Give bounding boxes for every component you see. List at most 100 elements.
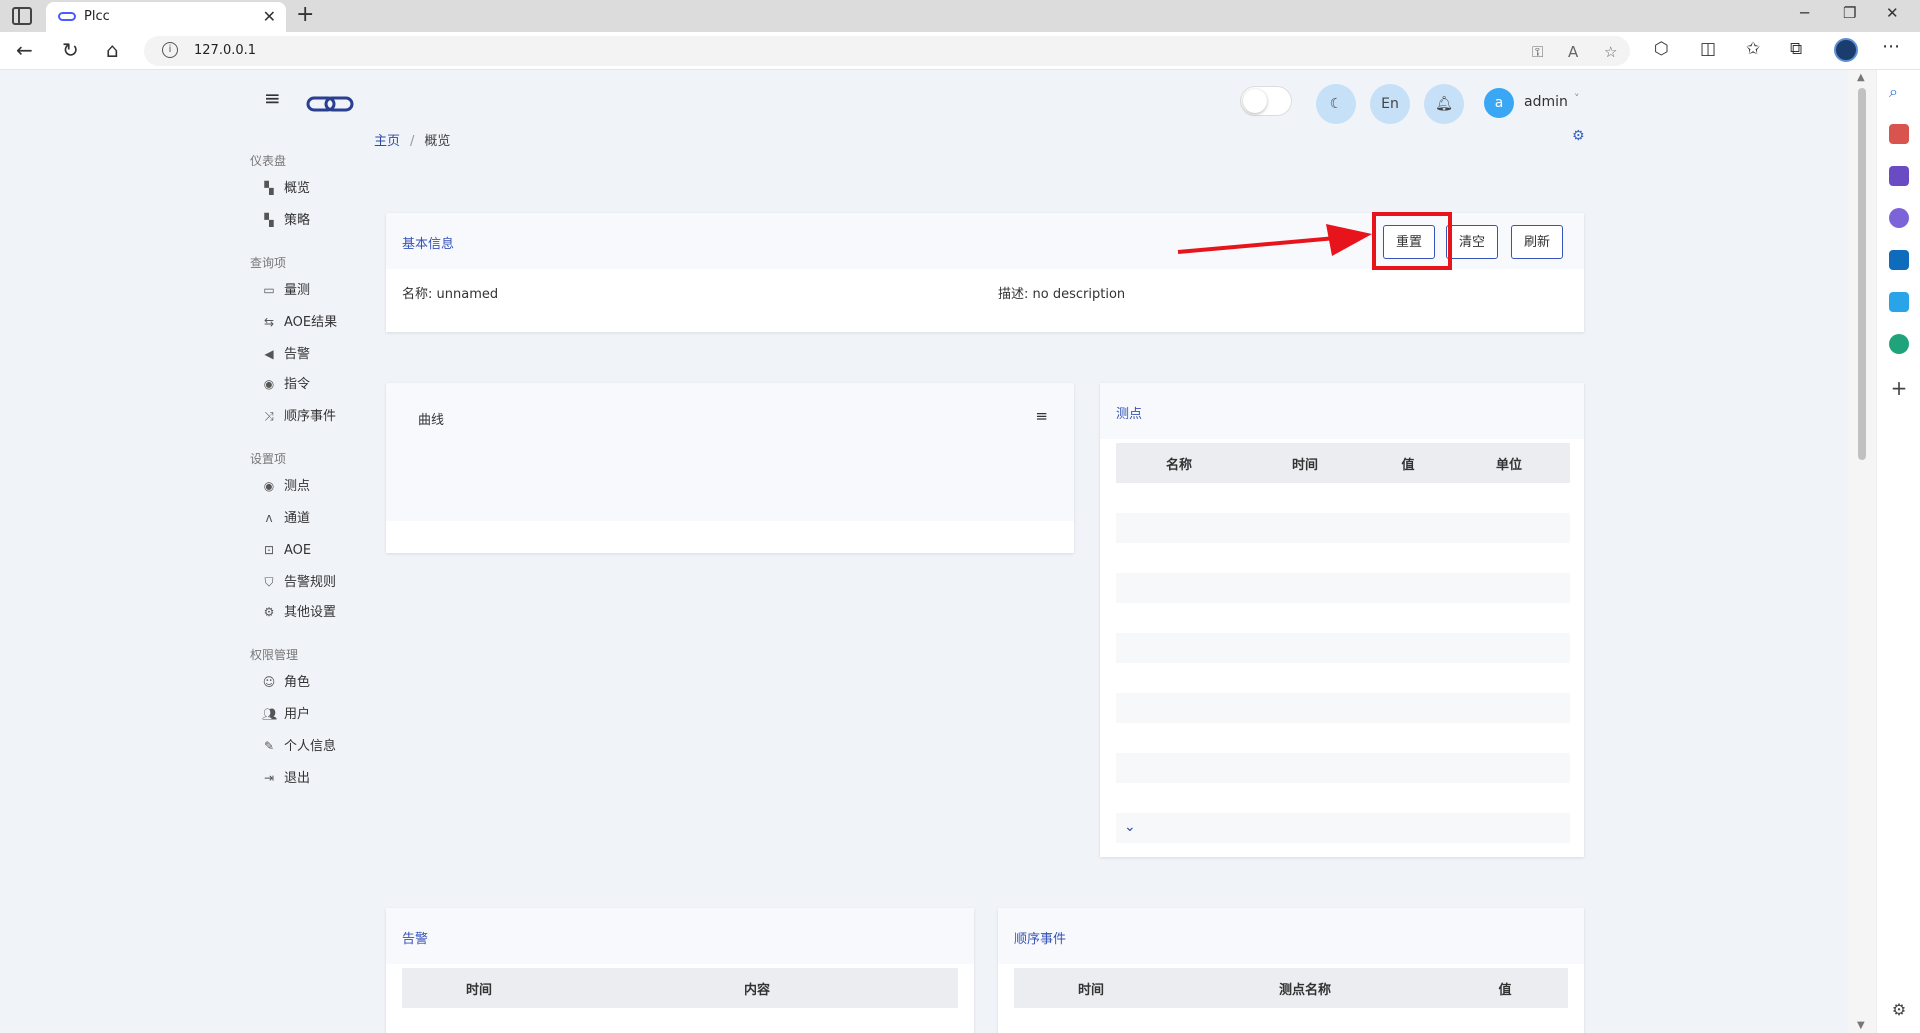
new-tab-icon[interactable]: + xyxy=(296,2,314,27)
send-icon[interactable] xyxy=(1889,292,1909,312)
tab-actions-icon[interactable] xyxy=(12,7,32,25)
back-icon[interactable]: ← xyxy=(16,38,33,62)
sidebar-item-alarm-rules[interactable]: ⛉ 告警规则 xyxy=(262,572,336,592)
breadcrumb: 主页 / 概览 xyxy=(374,130,450,149)
description-label: 描述: xyxy=(998,287,1029,302)
shopping-icon[interactable] xyxy=(1889,124,1909,144)
settings-gear-icon[interactable]: ⚙ xyxy=(1572,128,1585,144)
column-header[interactable]: 值 xyxy=(1368,443,1448,483)
scrollbar-thumb[interactable] xyxy=(1858,88,1866,460)
sidebar-item-other-settings[interactable]: ⚙ 其他设置 xyxy=(262,602,336,622)
add-icon[interactable]: + xyxy=(1889,376,1909,400)
key-icon[interactable]: ⚿ xyxy=(1532,43,1543,61)
table-row xyxy=(1116,483,1570,513)
sidebar-item-logout[interactable]: ⇥ 退出 xyxy=(262,768,310,788)
shield-icon: ⛉ xyxy=(264,575,274,589)
pin-icon: ◉ xyxy=(263,479,275,493)
sidebar-item-roles[interactable]: ☺ 角色 xyxy=(262,672,310,692)
name-field: 名称: unnamed xyxy=(402,283,498,302)
channel-icon: ʌ xyxy=(265,511,273,525)
collections-icon[interactable]: ⧉ xyxy=(1790,39,1802,59)
sidebar-item-command[interactable]: ◉ 指令 xyxy=(262,374,310,394)
user-circle-icon: ☺ xyxy=(262,675,276,689)
dark-mode-button[interactable]: ☾ xyxy=(1316,84,1356,124)
browser-sidebar: ⌕ + ⚙ xyxy=(1876,70,1920,1033)
search-icon[interactable]: ⌕ xyxy=(1889,82,1909,102)
edge-icon[interactable] xyxy=(1889,334,1909,354)
soe-title: 顺序事件 xyxy=(1014,932,1067,947)
sidebar-item-points[interactable]: ◉ 测点 xyxy=(262,476,310,496)
column-header[interactable]: 时间 xyxy=(1014,968,1168,1008)
sidebar-item-channel[interactable]: ʌ 通道 xyxy=(262,508,310,528)
theme-toggle-switch[interactable] xyxy=(1240,86,1292,116)
expand-chevron-icon[interactable]: ⌄ xyxy=(1124,819,1136,835)
notifications-button[interactable]: 🔔︎ xyxy=(1424,84,1464,124)
column-header[interactable]: 内容 xyxy=(556,968,958,1008)
favorite-add-icon[interactable]: ☆ xyxy=(1604,43,1617,61)
page-scrollbar[interactable]: ▲ ▼ xyxy=(1848,70,1876,1033)
games-icon[interactable] xyxy=(1889,166,1909,186)
sidebar-settings-icon[interactable]: ⚙ xyxy=(1889,1000,1909,1020)
home-icon[interactable]: ⌂ xyxy=(106,38,119,62)
table-row xyxy=(1116,543,1570,573)
sidebar-item-strategy[interactable]: ▚ 策略 xyxy=(262,210,310,230)
sidebar-item-aoe[interactable]: ⊡ AOE xyxy=(262,540,311,560)
column-header[interactable]: 单位 xyxy=(1448,443,1570,483)
app-logo xyxy=(306,96,354,112)
sidebar-item-aoe-result[interactable]: ⇆ AOE结果 xyxy=(262,312,337,332)
minimize-icon[interactable]: ─ xyxy=(1800,4,1809,22)
table-row xyxy=(1116,633,1570,663)
points-header: 测点 xyxy=(1100,383,1584,439)
column-header[interactable]: 名称 xyxy=(1116,443,1242,483)
scroll-down-icon[interactable]: ▼ xyxy=(1857,1020,1865,1031)
column-header[interactable]: 值 xyxy=(1442,968,1568,1008)
name-label: 名称: xyxy=(402,287,433,302)
table-header-row: 时间 内容 xyxy=(402,968,958,1008)
reload-icon[interactable]: ↻ xyxy=(62,38,79,62)
outlook-icon[interactable] xyxy=(1889,250,1909,270)
window-close-icon[interactable]: ✕ xyxy=(1886,4,1899,22)
menu-toggle-icon[interactable]: ≡ xyxy=(264,86,281,110)
close-tab-icon[interactable]: ✕ xyxy=(263,7,276,26)
clear-button[interactable]: 清空 xyxy=(1446,225,1499,259)
language-button[interactable]: En xyxy=(1370,84,1410,124)
refresh-button[interactable]: 刷新 xyxy=(1511,225,1564,259)
sidebar-item-alarm[interactable]: ◀ 告警 xyxy=(262,344,310,364)
column-header[interactable]: 时间 xyxy=(1242,443,1368,483)
table-row xyxy=(1116,783,1570,813)
table-row xyxy=(1116,693,1570,723)
edit-icon: ✎ xyxy=(263,739,275,753)
table-row xyxy=(1116,513,1570,543)
column-header[interactable]: 时间 xyxy=(402,968,556,1008)
restore-icon[interactable]: ❐ xyxy=(1843,4,1856,22)
site-info-icon[interactable]: i xyxy=(162,42,178,58)
breadcrumb-home-link[interactable]: 主页 xyxy=(374,134,400,149)
copilot-icon[interactable] xyxy=(1889,208,1909,228)
toggle-knob xyxy=(1243,89,1267,113)
split-screen-icon[interactable]: ◫ xyxy=(1700,39,1716,59)
url-field[interactable]: i 127.0.0.1 ⚿ A ☆ xyxy=(144,36,1630,66)
sidebar-item-measure[interactable]: ▭ 量测 xyxy=(262,280,310,300)
table-row xyxy=(1116,603,1570,633)
column-header[interactable]: 测点名称 xyxy=(1168,968,1442,1008)
site-favicon-icon xyxy=(58,12,76,21)
read-aloud-icon[interactable]: A xyxy=(1568,43,1578,61)
browser-tab[interactable]: Plcc ✕ xyxy=(46,2,286,32)
sidebar-item-users[interactable]: 👥︎ 用户 xyxy=(262,704,310,724)
curve-header: 曲线 ≡ xyxy=(386,383,1074,521)
name-value: unnamed xyxy=(436,287,499,302)
chart-menu-icon[interactable]: ≡ xyxy=(1035,407,1048,425)
sidebar-item-overview[interactable]: ▚ 概览 xyxy=(262,178,310,198)
favorites-icon[interactable]: ✩ xyxy=(1746,39,1760,59)
moon-icon: ☾ xyxy=(1329,96,1343,112)
more-menu-icon[interactable]: ⋯ xyxy=(1882,36,1900,57)
browser-tab-strip: Plcc ✕ + ─ ❐ ✕ xyxy=(0,0,1920,32)
sidebar-item-profile[interactable]: ✎ 个人信息 xyxy=(262,736,336,756)
pin-icon: ◉ xyxy=(263,377,275,391)
scroll-up-icon[interactable]: ▲ xyxy=(1857,72,1865,83)
profile-avatar-icon[interactable] xyxy=(1834,38,1858,62)
extensions-icon[interactable]: ⬡ xyxy=(1654,39,1669,59)
sidebar-item-soe[interactable]: ⤨ 顺序事件 xyxy=(262,406,336,426)
tab-title: Plcc xyxy=(84,9,110,24)
alarm-header: 告警 xyxy=(386,908,974,964)
